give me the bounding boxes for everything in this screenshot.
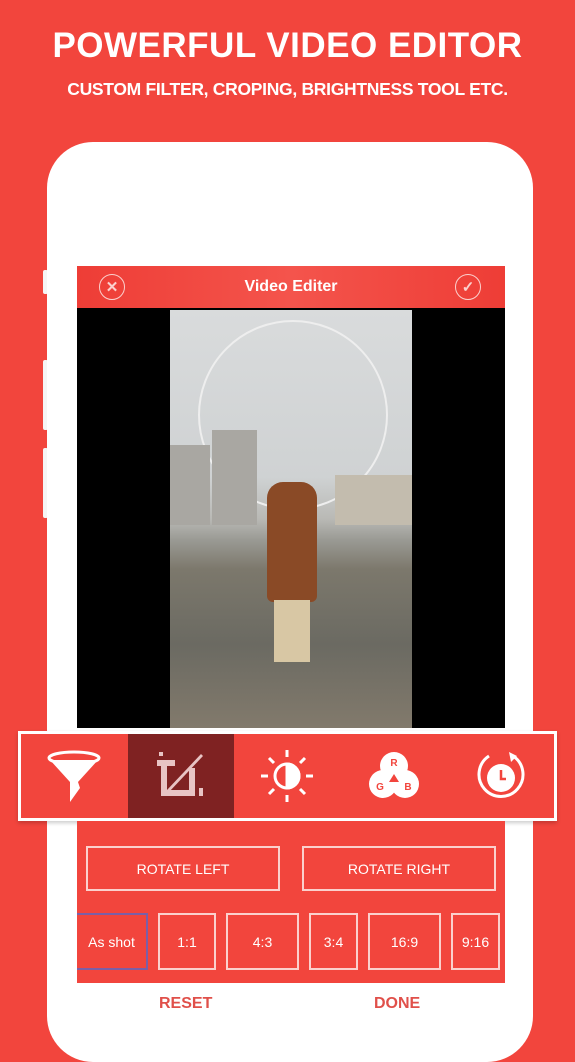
rgb-icon: R G B: [369, 752, 420, 798]
timer-rotate-icon: [477, 752, 525, 798]
check-circle-icon[interactable]: ✓: [455, 274, 481, 300]
done-button[interactable]: DONE: [374, 995, 420, 1013]
svg-text:G: G: [376, 782, 384, 793]
ratio-1-1[interactable]: 1:1: [158, 913, 216, 970]
tool-rgb[interactable]: R G B: [341, 734, 448, 818]
ratio-16-9[interactable]: 16:9: [368, 913, 441, 970]
brightness-contrast-icon: [261, 750, 314, 802]
crop-icon: [156, 752, 203, 796]
close-circle-icon[interactable]: ✕: [99, 274, 125, 300]
ratio-4-3[interactable]: 4:3: [226, 913, 299, 970]
video-frame: [170, 310, 412, 728]
funnel-icon: [47, 750, 101, 802]
ratio-as-shot[interactable]: As shot: [77, 913, 148, 970]
rotate-right-button[interactable]: ROTATE RIGHT: [302, 846, 496, 891]
svg-text:R: R: [390, 758, 398, 769]
app-header: ✕ Video Editer ✓: [77, 266, 505, 308]
svg-text:B: B: [404, 782, 411, 793]
tool-filter[interactable]: [21, 734, 128, 818]
rotate-left-button[interactable]: ROTATE LEFT: [86, 846, 280, 891]
tool-bar: R G B: [18, 731, 557, 821]
crop-panel: ROTATE LEFT ROTATE RIGHT As shot 1:1 4:3…: [77, 821, 505, 983]
person: [267, 482, 317, 602]
video-preview[interactable]: [77, 308, 505, 728]
promo-title: POWERFUL VIDEO EDITOR: [52, 26, 523, 65]
tool-speed[interactable]: [447, 734, 554, 818]
footer-bar: RESET DONE: [77, 983, 505, 1021]
tool-crop[interactable]: [127, 734, 235, 818]
tool-brightness[interactable]: [234, 734, 341, 818]
promo-subtitle: CUSTOM FILTER, CROPING, BRIGHTNESS TOOL …: [67, 79, 508, 99]
ratio-9-16[interactable]: 9:16: [451, 913, 500, 970]
header-title: Video Editer: [244, 278, 338, 295]
ratio-3-4[interactable]: 3:4: [309, 913, 358, 970]
reset-button[interactable]: RESET: [159, 995, 212, 1013]
